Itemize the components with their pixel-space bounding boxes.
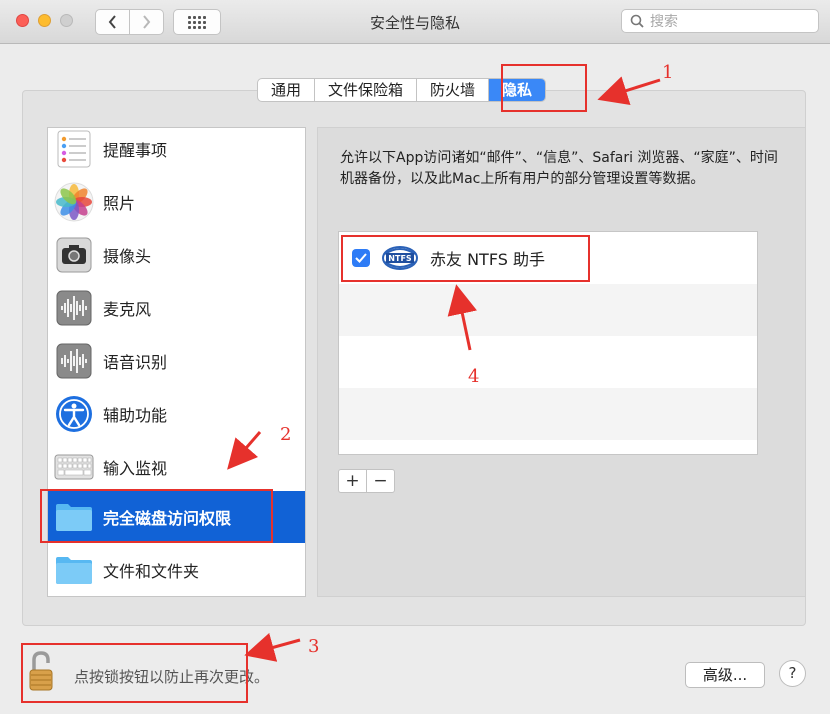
sidebar-item-reminders[interactable]: 提醒事项 [48, 128, 305, 175]
add-remove-controls: + − [338, 469, 395, 493]
sidebar-item-label: 完全磁盘访问权限 [103, 509, 232, 528]
lock-hint-text: 点按锁按钮以防止再次更改。 [74, 668, 270, 686]
app-checkbox[interactable] [352, 249, 370, 267]
sidebar-item-accessibility[interactable]: 辅助功能 [48, 388, 305, 440]
advanced-button[interactable]: 高级... [685, 662, 765, 688]
annotation-number-2: 2 [280, 424, 292, 445]
folder-icon [53, 496, 95, 538]
app-list[interactable]: NTFS 赤友 NTFS 助手 [338, 231, 758, 455]
sidebar-item-camera[interactable]: 摄像头 [48, 229, 305, 281]
sidebar-item-label: 语音识别 [103, 353, 168, 372]
annotation-number-1: 1 [662, 62, 674, 83]
sidebar-item-microphone[interactable]: 麦克风 [48, 282, 305, 334]
search-placeholder: 搜索 [650, 14, 678, 30]
sidebar-item-full-disk-access[interactable]: 完全磁盘访问权限 [48, 491, 305, 543]
sidebar-item-label: 文件和文件夹 [103, 562, 200, 581]
empty-row [339, 284, 757, 336]
microphone-icon [53, 287, 95, 329]
empty-row [339, 440, 757, 454]
app-logo-text: NTFS [388, 254, 412, 263]
tab-firewall[interactable]: 防火墙 [417, 79, 490, 101]
privacy-category-list[interactable]: 提醒事项 照片 摄像头 麦克风 语音识别 辅助功能 输入监视 完全磁盘访问权限 … [47, 127, 306, 597]
add-app-button[interactable]: + [339, 470, 366, 492]
ntfs-app-icon: NTFS [382, 246, 418, 270]
privacy-description: 允许以下App访问诸如“邮件”、“信息”、Safari 浏览器、“家庭”、时间机… [340, 150, 778, 187]
folder-icon [53, 549, 95, 591]
tab-privacy[interactable]: 隐私 [489, 79, 546, 101]
tab-general[interactable]: 通用 [258, 79, 316, 101]
sidebar-item-files-and-folders[interactable]: 文件和文件夹 [48, 544, 305, 596]
camera-icon [53, 234, 95, 276]
sidebar-item-label: 照片 [103, 194, 136, 213]
sidebar-item-speech-recognition[interactable]: 语音识别 [48, 335, 305, 387]
annotation-number-4: 4 [468, 366, 480, 387]
app-name: 赤友 NTFS 助手 [430, 250, 545, 269]
sidebar-item-label: 辅助功能 [103, 406, 168, 425]
annotation-number-3: 3 [308, 636, 320, 657]
sidebar-item-label: 输入监视 [103, 459, 168, 478]
empty-row [339, 336, 757, 388]
help-button[interactable]: ? [779, 660, 806, 687]
search-icon [630, 14, 644, 28]
sidebar-item-label: 提醒事项 [103, 141, 168, 160]
search-field[interactable]: 搜索 [621, 9, 819, 33]
sidebar-item-input-monitoring[interactable]: 输入监视 [48, 441, 305, 493]
empty-row [339, 388, 757, 440]
title-bar: 安全性与隐私 搜索 [0, 0, 830, 44]
photos-icon [53, 181, 95, 223]
app-row[interactable]: NTFS 赤友 NTFS 助手 [339, 232, 757, 284]
sidebar-item-label: 摄像头 [103, 247, 152, 266]
speech-recognition-icon [53, 340, 95, 382]
sidebar-item-photos[interactable]: 照片 [48, 176, 305, 228]
reminders-icon [53, 128, 95, 170]
remove-app-button[interactable]: − [366, 470, 394, 492]
lock-icon[interactable] [28, 650, 56, 692]
sidebar-item-label: 麦克风 [103, 300, 152, 319]
checkmark-icon [355, 253, 367, 263]
keyboard-icon [53, 446, 95, 488]
tab-filevault[interactable]: 文件保险箱 [315, 79, 418, 101]
accessibility-icon [53, 393, 95, 435]
tab-bar: 通用 文件保险箱 防火墙 隐私 [257, 78, 547, 102]
